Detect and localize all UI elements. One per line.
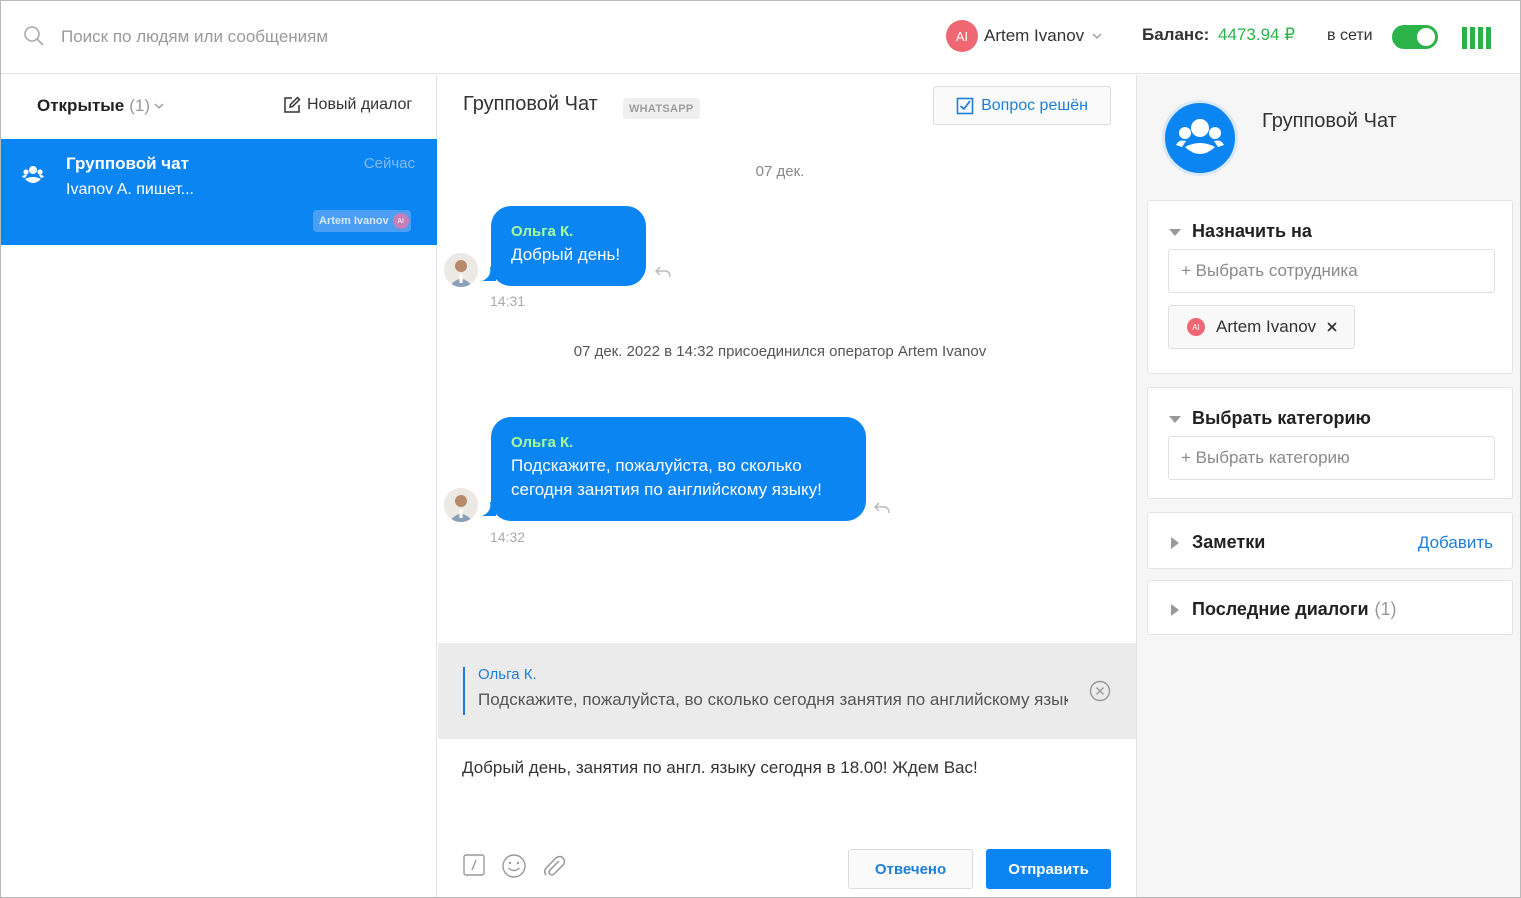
resolve-button[interactable]: Вопрос решён — [933, 86, 1111, 125]
recent-dialogs-header[interactable]: Последние диалоги (1) — [1168, 599, 1397, 620]
send-button[interactable]: Отправить — [986, 849, 1111, 889]
channel-badge: WHATSAPP — [623, 98, 700, 119]
assignee-badge: Artem Ivanov AI — [313, 210, 411, 232]
user-name: Artem Ivanov — [984, 26, 1085, 45]
assignee-chip: AI Artem Ivanov — [1168, 305, 1356, 349]
details-title: Групповой Чат — [1262, 110, 1397, 132]
message-author: Ольга К. — [511, 223, 574, 240]
group-avatar — [1162, 100, 1238, 176]
chat-panel: Групповой Чат WHATSAPP Вопрос решён 07 д… — [438, 75, 1136, 897]
attach-icon[interactable] — [541, 853, 567, 879]
remove-icon[interactable] — [1326, 321, 1338, 333]
assign-title: Назначить на — [1192, 221, 1312, 241]
notes-card-header[interactable]: Заметки — [1168, 532, 1265, 553]
chevron-down-icon — [154, 103, 164, 109]
details-panel: Групповой Чат Назначить на + Выбрать сот… — [1136, 75, 1520, 897]
caret-down-icon — [1169, 415, 1181, 423]
system-message: 07 дек. 2022 в 14:32 присоединился опера… — [573, 343, 987, 360]
close-icon[interactable] — [1089, 680, 1111, 702]
message-author: Ольга К. — [511, 434, 574, 451]
category-select[interactable]: + Выбрать категорию — [1168, 436, 1495, 480]
message-bubble: Ольга К. Подскажите, пожалуйста, во скол… — [491, 417, 866, 521]
resolve-label: Вопрос решён — [981, 96, 1088, 114]
conversation-title: Групповой чат — [66, 154, 189, 173]
conversation-list-header: Открытые (1) Новый диалог — [1, 75, 437, 138]
filter-label: Открытые — [37, 96, 125, 115]
chevron-down-icon — [1092, 33, 1102, 39]
group-icon — [1176, 119, 1224, 154]
conversation-item[interactable]: Групповой чат Сейчас Ivanov A. пишет... … — [1, 139, 437, 245]
app-window: AI Artem Ivanov Баланс: 4473.94 ₽ в сети… — [0, 0, 1521, 898]
status-label: в сети — [1327, 27, 1373, 44]
reply-accent-line — [463, 667, 465, 715]
caret-right-icon — [1171, 603, 1179, 616]
balance: Баланс: 4473.94 ₽ — [1142, 25, 1295, 45]
search-icon — [24, 26, 44, 46]
assign-card: Назначить на + Выбрать сотрудника AI Art… — [1147, 200, 1513, 374]
sender-avatar — [444, 253, 478, 287]
filter-count: (1) — [129, 96, 151, 115]
recent-dialogs-title: Последние диалоги — [1192, 599, 1369, 619]
date-separator: 07 дек. — [755, 163, 805, 180]
edit-icon — [284, 96, 301, 113]
category-card-header[interactable]: Выбрать категорию — [1168, 408, 1371, 429]
user-menu[interactable]: AI Artem Ivanov — [946, 20, 1102, 52]
assignee-chip-avatar: AI — [1187, 318, 1205, 336]
category-title: Выбрать категорию — [1192, 408, 1371, 428]
toggle-knob — [1417, 28, 1435, 46]
reply-icon[interactable] — [873, 501, 891, 515]
assignee-chip-name: Artem Ivanov — [1216, 317, 1317, 336]
add-note-link[interactable]: Добавить — [1418, 533, 1493, 553]
new-dialog-label: Новый диалог — [307, 96, 413, 113]
conversation-preview: Ivanov A. пишет... — [66, 181, 194, 198]
signal-icon — [1462, 27, 1491, 49]
reply-text: Подскажите, пожалуйста, во сколько сегод… — [478, 690, 1068, 709]
message-composer[interactable]: Добрый день, занятия по англ. языку сего… — [462, 757, 1102, 817]
online-toggle[interactable] — [1392, 25, 1438, 49]
assignee-badge-avatar: AI — [392, 213, 409, 229]
caret-right-icon — [1171, 536, 1179, 549]
slash-command-icon[interactable] — [462, 853, 488, 879]
assignee-badge-name: Artem Ivanov — [319, 215, 389, 227]
reply-author: Ольга К. — [478, 666, 537, 683]
notes-card: Заметки Добавить — [1147, 512, 1513, 569]
chat-title: Групповой Чат — [463, 93, 598, 115]
notes-title: Заметки — [1192, 532, 1266, 552]
open-filter-dropdown[interactable]: Открытые (1) — [37, 96, 164, 116]
assign-card-header[interactable]: Назначить на — [1168, 221, 1312, 242]
top-bar: AI Artem Ivanov Баланс: 4473.94 ₽ в сети — [1, 1, 1520, 74]
balance-value: 4473.94 ₽ — [1218, 25, 1296, 44]
message-text-line: сегодня занятия по английскому языку! — [511, 480, 822, 499]
sender-avatar — [444, 488, 478, 522]
search-input[interactable] — [61, 23, 481, 51]
message-text-line: Подскажите, пожалуйста, во сколько — [511, 456, 802, 475]
recent-dialogs-count: (1) — [1374, 599, 1397, 619]
category-card: Выбрать категорию + Выбрать категорию — [1147, 387, 1513, 499]
emoji-icon[interactable] — [501, 853, 527, 879]
user-avatar: AI — [946, 20, 978, 52]
message-bubble: Ольга К. Добрый день! — [491, 206, 646, 286]
caret-down-icon — [1169, 228, 1181, 236]
group-icon — [22, 166, 44, 183]
message-time: 14:31 — [490, 293, 526, 309]
message-text: Добрый день! — [511, 245, 621, 264]
conversation-list-panel: Открытые (1) Новый диалог Групповой чат … — [1, 75, 437, 897]
conversation-time: Сейчас — [363, 155, 415, 172]
answered-button[interactable]: Отвечено — [848, 849, 973, 889]
assignee-select[interactable]: + Выбрать сотрудника — [1168, 249, 1495, 293]
new-dialog-button[interactable]: Новый диалог — [283, 96, 412, 114]
recent-dialogs-card: Последние диалоги (1) — [1147, 580, 1513, 635]
reply-icon[interactable] — [654, 265, 672, 279]
checkbox-checked-icon — [956, 97, 974, 114]
message-time: 14:32 — [490, 529, 526, 545]
balance-label: Баланс: — [1142, 25, 1210, 44]
reply-preview: Ольга К. Подскажите, пожалуйста, во скол… — [438, 643, 1136, 739]
